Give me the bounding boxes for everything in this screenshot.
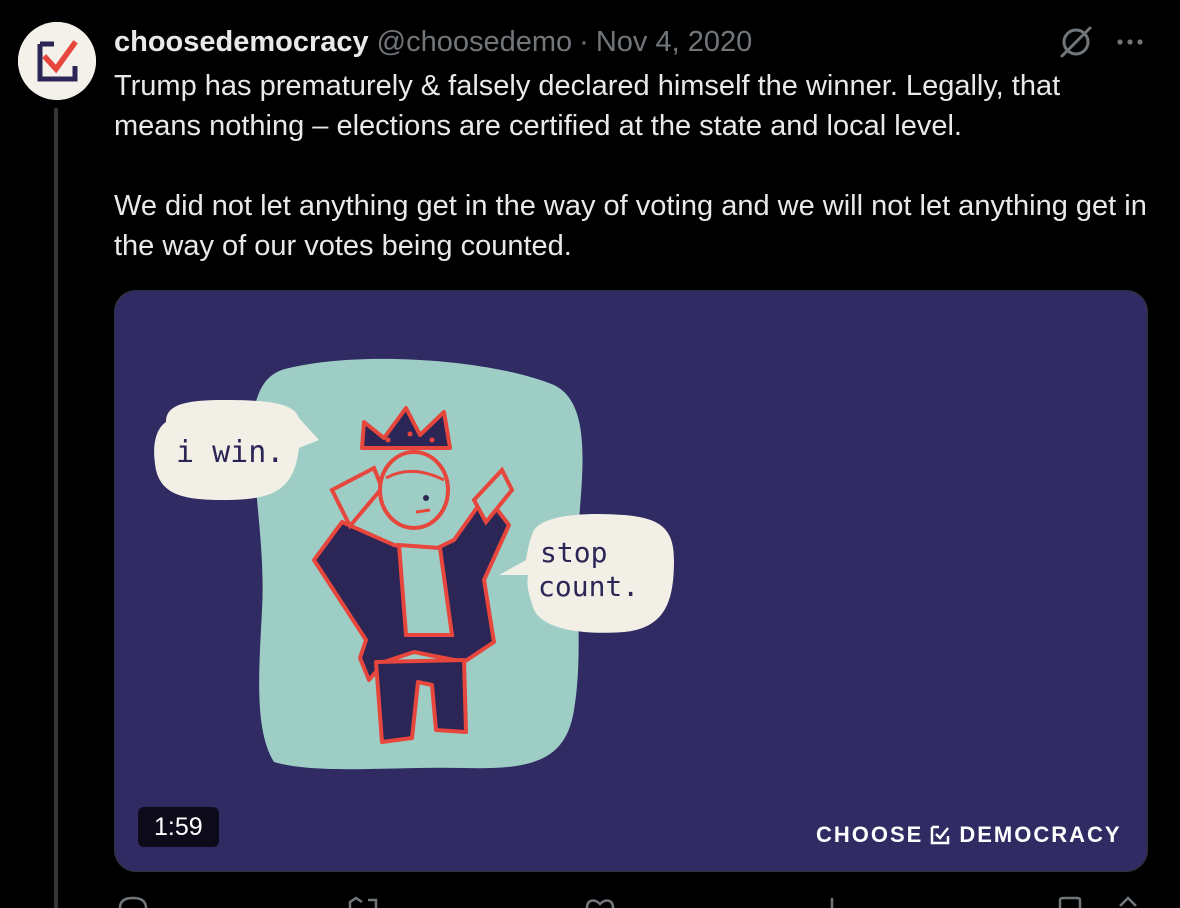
more-icon[interactable] [1112, 24, 1148, 60]
watermark-text-right: DEMOCRACY [959, 822, 1122, 847]
grok-icon[interactable] [1056, 22, 1096, 62]
tweet-header: choosedemocracy @choosedemo · Nov 4, 202… [114, 24, 752, 60]
bubble-right-text-line2: count. [538, 570, 639, 603]
action-bar [114, 896, 1154, 908]
video-thumbnail: i win. stop count. [154, 358, 674, 770]
bookmark-icon[interactable] [1056, 896, 1084, 908]
retweet-icon[interactable] [346, 896, 382, 908]
head-shape [378, 450, 450, 530]
header-separator: · [579, 25, 589, 58]
like-icon[interactable] [584, 896, 616, 908]
tweet-date[interactable]: Nov 4, 2020 [596, 26, 752, 59]
thread-connector-line [54, 108, 58, 908]
choose-democracy-logo-icon [18, 22, 96, 100]
video-duration-badge: 1:59 [138, 807, 219, 847]
share-icon[interactable] [1114, 896, 1142, 908]
checkbox-logo-icon [931, 825, 950, 845]
tweet-text: Trump has prematurely & falsely declared… [114, 70, 1147, 262]
author-name[interactable]: choosedemocracy [114, 26, 369, 59]
author-handle[interactable]: @choosedemo [377, 26, 573, 59]
video-player[interactable]: i win. stop count. 1:59 CHOOSE DEMOCRACY [114, 290, 1148, 872]
watermark-text-left: CHOOSE [816, 822, 924, 847]
brand-watermark: CHOOSE DEMOCRACY [816, 822, 1122, 848]
views-icon[interactable] [822, 896, 842, 908]
bubble-right-text-line1: stop [540, 536, 607, 569]
avatar[interactable] [18, 22, 96, 100]
reply-icon[interactable] [118, 896, 148, 908]
bubble-left-text: i win. [176, 435, 284, 470]
